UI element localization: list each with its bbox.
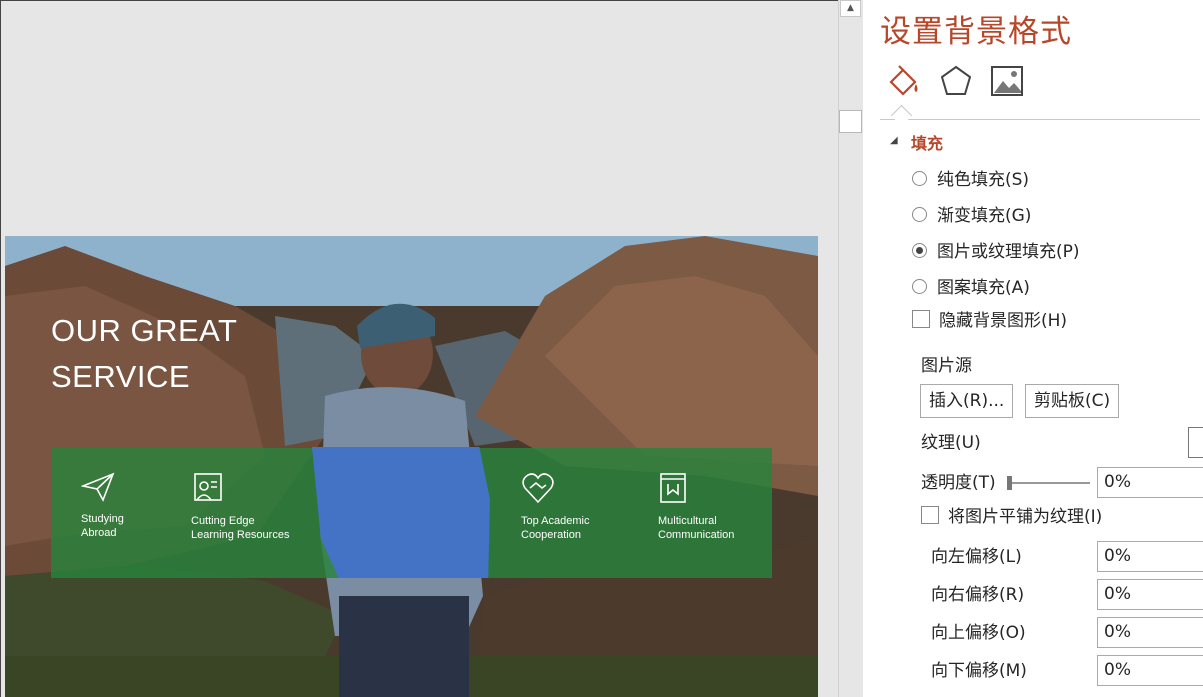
checkbox-label: 隐藏背景图形(H) [939,311,1068,331]
paper-plane-icon [81,472,115,502]
service-label-line-1: Multicultural [658,515,717,527]
tab-divider [880,119,1200,120]
section-header-fill[interactable]: 填充 [911,130,943,154]
service-item: Cutting Edge Learning Resources [191,472,289,542]
radio-label: 渐变填充(G) [937,206,1032,226]
heart-handshake-icon [522,473,554,504]
service-label-line-2: Cooperation [521,529,581,541]
insert-button[interactable]: 插入(R)... [920,384,1014,418]
radio-label: 图案填充(A) [937,278,1030,298]
texture-label: 纹理(U) [921,433,981,453]
service-item: Multicultural Communication [658,472,734,542]
picture-source-label: 图片源 [921,356,972,376]
service-label-line-1: Cutting Edge [191,515,255,527]
teacher-board-icon [194,473,222,501]
service-label-line-1: Top Academic [521,515,590,527]
tab-picture[interactable] [990,64,1024,102]
slide-title: OUR GREAT SERVICE [51,308,238,400]
pentagon-icon [940,65,972,95]
tab-fill[interactable] [885,64,921,104]
checkbox-label: 将图片平铺为纹理(I) [948,507,1103,527]
transparency-label: 透明度(T) [921,473,996,493]
blue-placeholder-shape[interactable] [312,447,490,578]
tab-effects[interactable] [939,64,973,102]
offset-right-label: 向右偏移(R) [931,585,1025,605]
checkbox[interactable] [912,310,930,328]
checkbox-tile-picture[interactable]: 将图片平铺为纹理(I) [921,505,1102,529]
service-item: Top Academic Cooperation [521,472,589,542]
radio-button[interactable] [912,278,927,294]
texture-dropdown[interactable] [1188,427,1203,458]
offset-bottom-input[interactable]: 0% [1097,655,1203,686]
clipboard-button[interactable]: 剪贴板(C) [1025,384,1120,418]
vertical-scrollbar[interactable] [838,0,863,697]
service-label-line-2: Communication [658,529,735,541]
offset-right-input[interactable]: 0% [1097,579,1203,610]
pane-title: 设置背景格式 [880,14,1072,50]
slide-thumbnail[interactable]: OUR GREAT SERVICE Studying Abroad Cuttin… [5,236,818,697]
radio-label: 图片或纹理填充(P) [937,242,1080,262]
radio-solid-fill[interactable]: 纯色填充(S) [912,168,1029,192]
offset-left-input[interactable]: 0% [1097,541,1203,572]
transparency-input[interactable]: 0% [1097,467,1203,498]
tab-indicator [890,104,913,127]
radio-gradient-fill[interactable]: 渐变填充(G) [912,204,1031,228]
radio-pattern-fill[interactable]: 图案填充(A) [912,276,1030,300]
offset-top-input[interactable]: 0% [1097,617,1203,648]
book-icon [660,473,686,503]
checkbox-hide-background-graphics[interactable]: 隐藏背景图形(H) [912,309,1067,333]
service-label-line-1: Studying [81,513,124,525]
format-background-pane: 设置背景格式 ◢ 填充 纯色填充(S) 渐变填充(G) 图片或纹理填充(P) 图… [863,0,1203,697]
service-label-line-2: Abroad [81,527,117,539]
scrollbar-thumb[interactable] [839,110,862,133]
service-item: Studying Abroad [81,472,124,540]
slide-title-line-1: OUR GREAT [51,313,238,348]
fill-bucket-icon [889,65,918,96]
offset-bottom-label: 向下偏移(M) [931,661,1027,681]
transparency-slider-thumb[interactable] [1007,476,1012,490]
offset-left-label: 向左偏移(L) [931,547,1022,567]
checkbox[interactable] [921,506,939,524]
collapse-triangle-icon[interactable]: ◢ [890,135,898,146]
offset-top-label: 向上偏移(O) [931,623,1026,643]
transparency-slider-track[interactable] [1010,482,1090,484]
service-label-line-2: Learning Resources [191,529,290,541]
radio-picture-fill[interactable]: 图片或纹理填充(P) [912,240,1080,264]
radio-label: 纯色填充(S) [937,170,1030,190]
slide-title-line-2: SERVICE [51,359,191,394]
radio-button-selected[interactable] [912,242,927,258]
picture-icon [991,66,1023,96]
radio-button[interactable] [912,170,927,186]
scroll-up-button[interactable]: ▲ [840,0,861,17]
radio-button[interactable] [912,206,927,222]
